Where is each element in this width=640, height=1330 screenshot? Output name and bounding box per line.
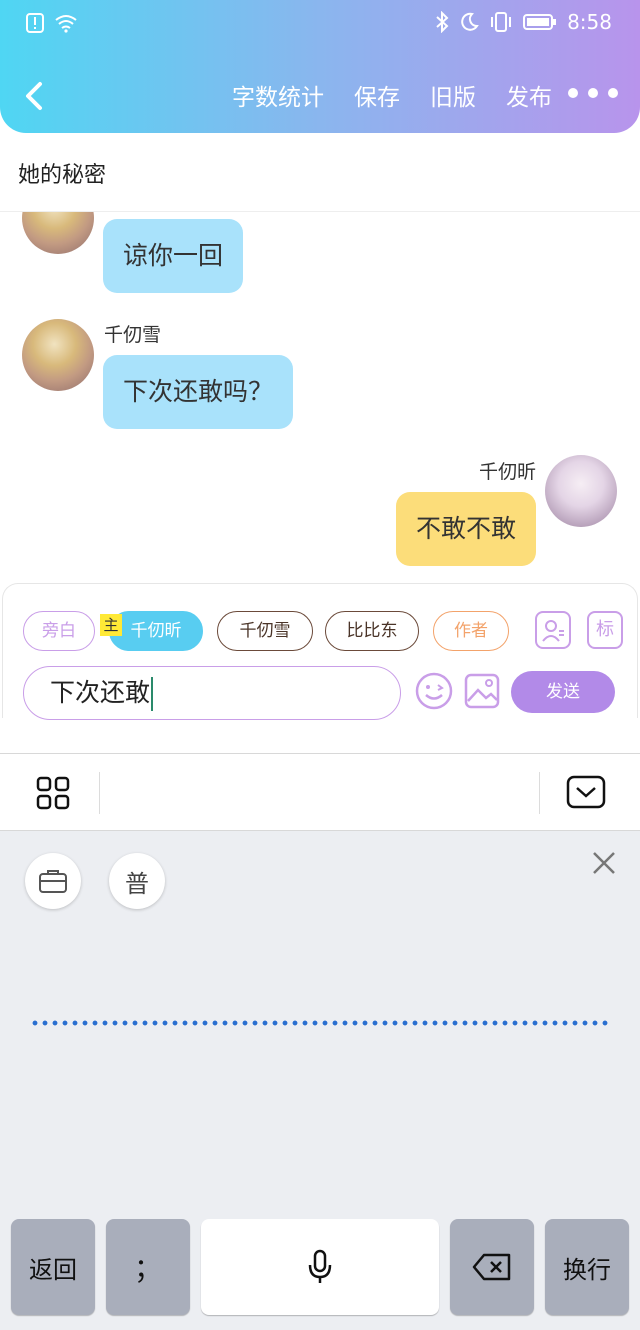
voice-input-key[interactable] (201, 1219, 439, 1315)
image-icon[interactable] (464, 673, 500, 709)
send-button[interactable]: 发送 (511, 671, 615, 713)
old-version-button[interactable]: 旧版 (430, 78, 476, 112)
avatar[interactable] (22, 212, 94, 254)
header-bar: 8:58 字数统计 保存 旧版 发布 (0, 0, 640, 133)
role-chip[interactable]: 千仞雪 (217, 611, 313, 651)
message-input-value: 下次还敢 (50, 678, 151, 707)
battery-icon (523, 14, 557, 30)
moon-icon (461, 12, 479, 31)
page-title: 她的秘密 (18, 163, 107, 188)
backspace-key[interactable] (450, 1219, 534, 1315)
publish-button[interactable]: 发布 (506, 78, 552, 112)
add-role-icon[interactable] (535, 611, 571, 649)
chat-area[interactable]: 谅你一回 千仞雪 下次还敢吗？ 千仞昕 不敢不敢 (0, 212, 640, 582)
mandarin-mode-button[interactable]: 普 (109, 853, 165, 909)
semicolon-key[interactable]: ； (106, 1219, 190, 1315)
hide-keyboard-icon[interactable] (566, 775, 606, 809)
microphone-icon (308, 1249, 332, 1283)
avatar[interactable] (545, 455, 617, 527)
voice-waveform (30, 1019, 610, 1027)
backspace-icon (472, 1253, 511, 1281)
main-role-badge: 主 (100, 614, 122, 636)
voice-keyboard: 普 返回 ； 换行 (0, 831, 640, 1330)
word-count-button[interactable]: 字数统计 (232, 78, 324, 112)
composer-panel: 旁白 千仞昕 主 千仞雪 比比东 作者 标 下次还敢 发送 (2, 583, 638, 720)
keyboard-toolbar (0, 753, 640, 831)
speaker-name: 千仞雪 (104, 324, 162, 346)
avatar[interactable] (22, 319, 94, 391)
more-options-icon[interactable] (568, 88, 618, 98)
speaker-name: 千仞昕 (478, 461, 536, 483)
message-input[interactable]: 下次还敢 (23, 666, 401, 720)
message-bubble-right[interactable]: 不敢不敢 (395, 492, 536, 566)
role-chip[interactable]: 比比东 (325, 611, 419, 651)
divider (539, 772, 540, 814)
newline-key[interactable]: 换行 (545, 1219, 629, 1315)
vibrate-icon (491, 12, 512, 32)
grid-menu-icon[interactable] (36, 776, 70, 810)
back-arrow-icon[interactable] (20, 78, 48, 114)
nav-bar: 字数统计 保存 旧版 发布 (0, 70, 640, 122)
alert-icon (26, 13, 44, 33)
role-chip-active[interactable]: 千仞昕 (109, 611, 203, 651)
wifi-icon (55, 15, 77, 33)
role-chip-narration[interactable]: 旁白 (23, 611, 95, 651)
status-bar: 8:58 (0, 0, 640, 50)
toolbox-button[interactable] (25, 853, 81, 909)
save-button[interactable]: 保存 (354, 78, 400, 112)
tag-label-icon[interactable]: 标 (587, 611, 623, 649)
back-key[interactable]: 返回 (11, 1219, 95, 1315)
message-bubble-left[interactable]: 下次还敢吗？ (103, 355, 294, 429)
role-chip-author[interactable]: 作者 (433, 611, 509, 651)
status-time: 8:58 (567, 10, 612, 34)
emoji-icon[interactable] (414, 671, 454, 711)
divider (99, 772, 100, 814)
text-caret (151, 677, 154, 711)
bluetooth-icon (436, 11, 449, 33)
message-bubble-left[interactable]: 谅你一回 (103, 219, 244, 293)
briefcase-icon (39, 870, 67, 893)
close-icon[interactable] (592, 851, 616, 875)
